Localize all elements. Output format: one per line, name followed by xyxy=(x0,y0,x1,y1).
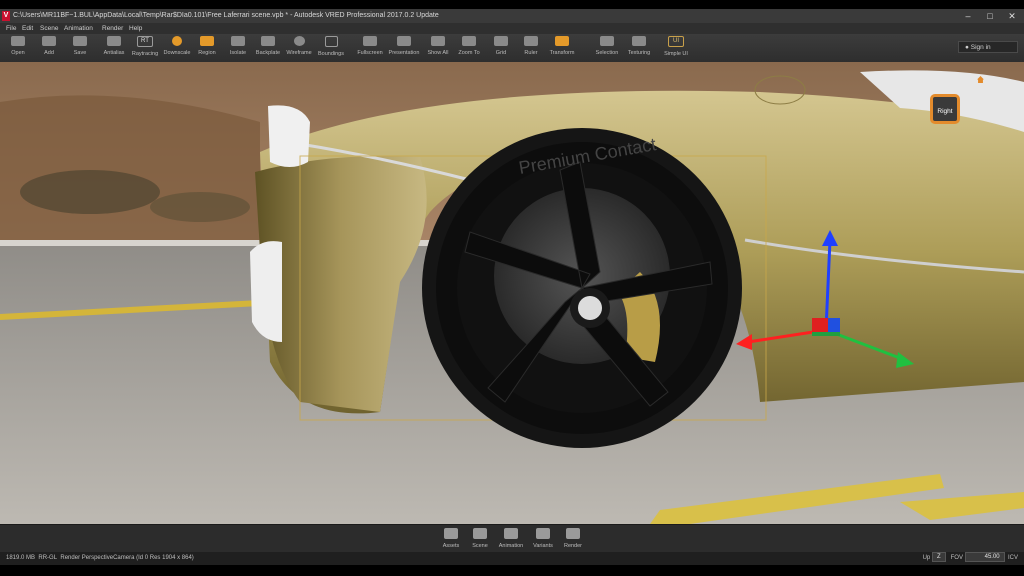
main-toolbar: Open Add Save Antialias RT Raytracing Dow… xyxy=(0,34,1024,63)
fullscreen-icon xyxy=(363,36,377,46)
save-icon xyxy=(73,36,87,46)
navigation-cube[interactable]: Right xyxy=(930,94,960,124)
show-all-button[interactable]: Show All xyxy=(425,36,451,61)
show-all-icon xyxy=(431,36,445,46)
menu-scene[interactable]: Scene xyxy=(40,23,58,34)
folder-icon xyxy=(11,36,25,46)
ruler-button[interactable]: Ruler xyxy=(520,36,542,61)
presentation-icon xyxy=(397,36,411,46)
renderer-label: RR-GL xyxy=(38,555,58,561)
variants-icon xyxy=(536,528,550,539)
assets-icon xyxy=(444,528,458,539)
texturing-icon xyxy=(632,36,646,46)
menu-animation[interactable]: Animation xyxy=(64,23,93,34)
selection-icon xyxy=(600,36,614,46)
simple-ui-button[interactable]: UI Simple UI xyxy=(662,36,690,61)
simple-ui-icon: UI xyxy=(668,36,684,47)
downscale-button[interactable]: Downscale xyxy=(162,36,192,61)
scene-icon xyxy=(473,528,487,539)
raytracing-icon: RT xyxy=(137,36,153,47)
add-button[interactable]: Add xyxy=(36,36,62,61)
antialias-icon xyxy=(107,36,121,46)
status-bar: 1819.0 MB RR-GL Render PerspectiveCamera… xyxy=(0,552,1024,565)
grid-button[interactable]: Grid xyxy=(490,36,512,61)
memory-usage: 1819.0 MB xyxy=(6,555,36,561)
region-icon xyxy=(200,36,214,46)
zoom-to-icon xyxy=(462,36,476,46)
up-axis-label: Up xyxy=(922,555,931,561)
variants-button[interactable]: Variants xyxy=(530,528,556,549)
window-title: C:\Users\MR11BF~1.BUL\AppData\Local\Temp… xyxy=(13,12,439,19)
camera-icon xyxy=(566,528,580,539)
add-file-icon xyxy=(42,36,56,46)
boundings-icon xyxy=(324,36,338,47)
boundings-button[interactable]: Boundings xyxy=(316,36,346,61)
grid-icon xyxy=(494,36,508,46)
region-button[interactable]: Region xyxy=(194,36,220,61)
animation-icon xyxy=(504,528,518,539)
render-button[interactable]: Render xyxy=(562,528,584,549)
close-button[interactable]: ✕ xyxy=(1004,9,1020,23)
bottom-dock: Assets Scene Animation Variants Render xyxy=(0,524,1024,553)
minimize-button[interactable]: – xyxy=(960,9,976,23)
fullscreen-button[interactable]: Fullscreen xyxy=(356,36,384,61)
zoom-to-button[interactable]: Zoom To xyxy=(456,36,482,61)
menu-edit[interactable]: Edit xyxy=(22,23,33,34)
fov-input[interactable]: 45.00 xyxy=(964,552,1005,563)
raytracing-button[interactable]: RT Raytracing xyxy=(130,36,160,61)
menu-file[interactable]: File xyxy=(6,23,16,34)
open-button[interactable]: Open xyxy=(5,36,31,61)
transform-icon xyxy=(555,36,569,46)
isolate-icon xyxy=(231,36,245,46)
scene-button[interactable]: Scene xyxy=(470,528,490,549)
up-axis-select[interactable]: Z xyxy=(931,552,946,563)
render-viewport[interactable]: Premium Contact Right xyxy=(0,62,1024,524)
transform-button[interactable]: Transform xyxy=(547,36,577,61)
wireframe-button[interactable]: Wireframe xyxy=(285,36,313,61)
title-bar: V C:\Users\MR11BF~1.BUL\AppData\Local\Te… xyxy=(0,9,1024,23)
texturing-button[interactable]: Texturing xyxy=(624,36,654,61)
vred-app-icon: V xyxy=(2,11,10,21)
icv-label[interactable]: ICV xyxy=(1008,555,1018,561)
camera-info: Render PerspectiveCamera (Id 0 Res 1904 … xyxy=(60,555,194,561)
wireframe-icon xyxy=(293,36,305,46)
backplate-icon xyxy=(261,36,275,46)
selection-button[interactable]: Selection xyxy=(592,36,622,61)
menu-help[interactable]: Help xyxy=(129,23,142,34)
assets-button[interactable]: Assets xyxy=(441,528,461,549)
presentation-button[interactable]: Presentation xyxy=(386,36,422,61)
menu-render[interactable]: Render xyxy=(102,23,123,34)
scene-render: Premium Contact xyxy=(0,62,1024,524)
backplate-button[interactable]: Backplate xyxy=(254,36,282,61)
fov-label: FOV xyxy=(950,555,963,561)
menu-bar: File Edit Scene Animation Render Help xyxy=(0,23,1024,34)
maximize-button[interactable]: □ xyxy=(982,9,998,23)
user-icon: ● xyxy=(965,44,969,51)
animation-button[interactable]: Animation xyxy=(497,528,525,549)
sign-in-button[interactable]: ● Sign in xyxy=(958,41,1018,53)
ruler-icon xyxy=(524,36,538,46)
antialias-button[interactable]: Antialias xyxy=(100,36,128,61)
downscale-icon xyxy=(172,36,182,46)
isolate-button[interactable]: Isolate xyxy=(226,36,250,61)
save-button[interactable]: Save xyxy=(67,36,93,61)
